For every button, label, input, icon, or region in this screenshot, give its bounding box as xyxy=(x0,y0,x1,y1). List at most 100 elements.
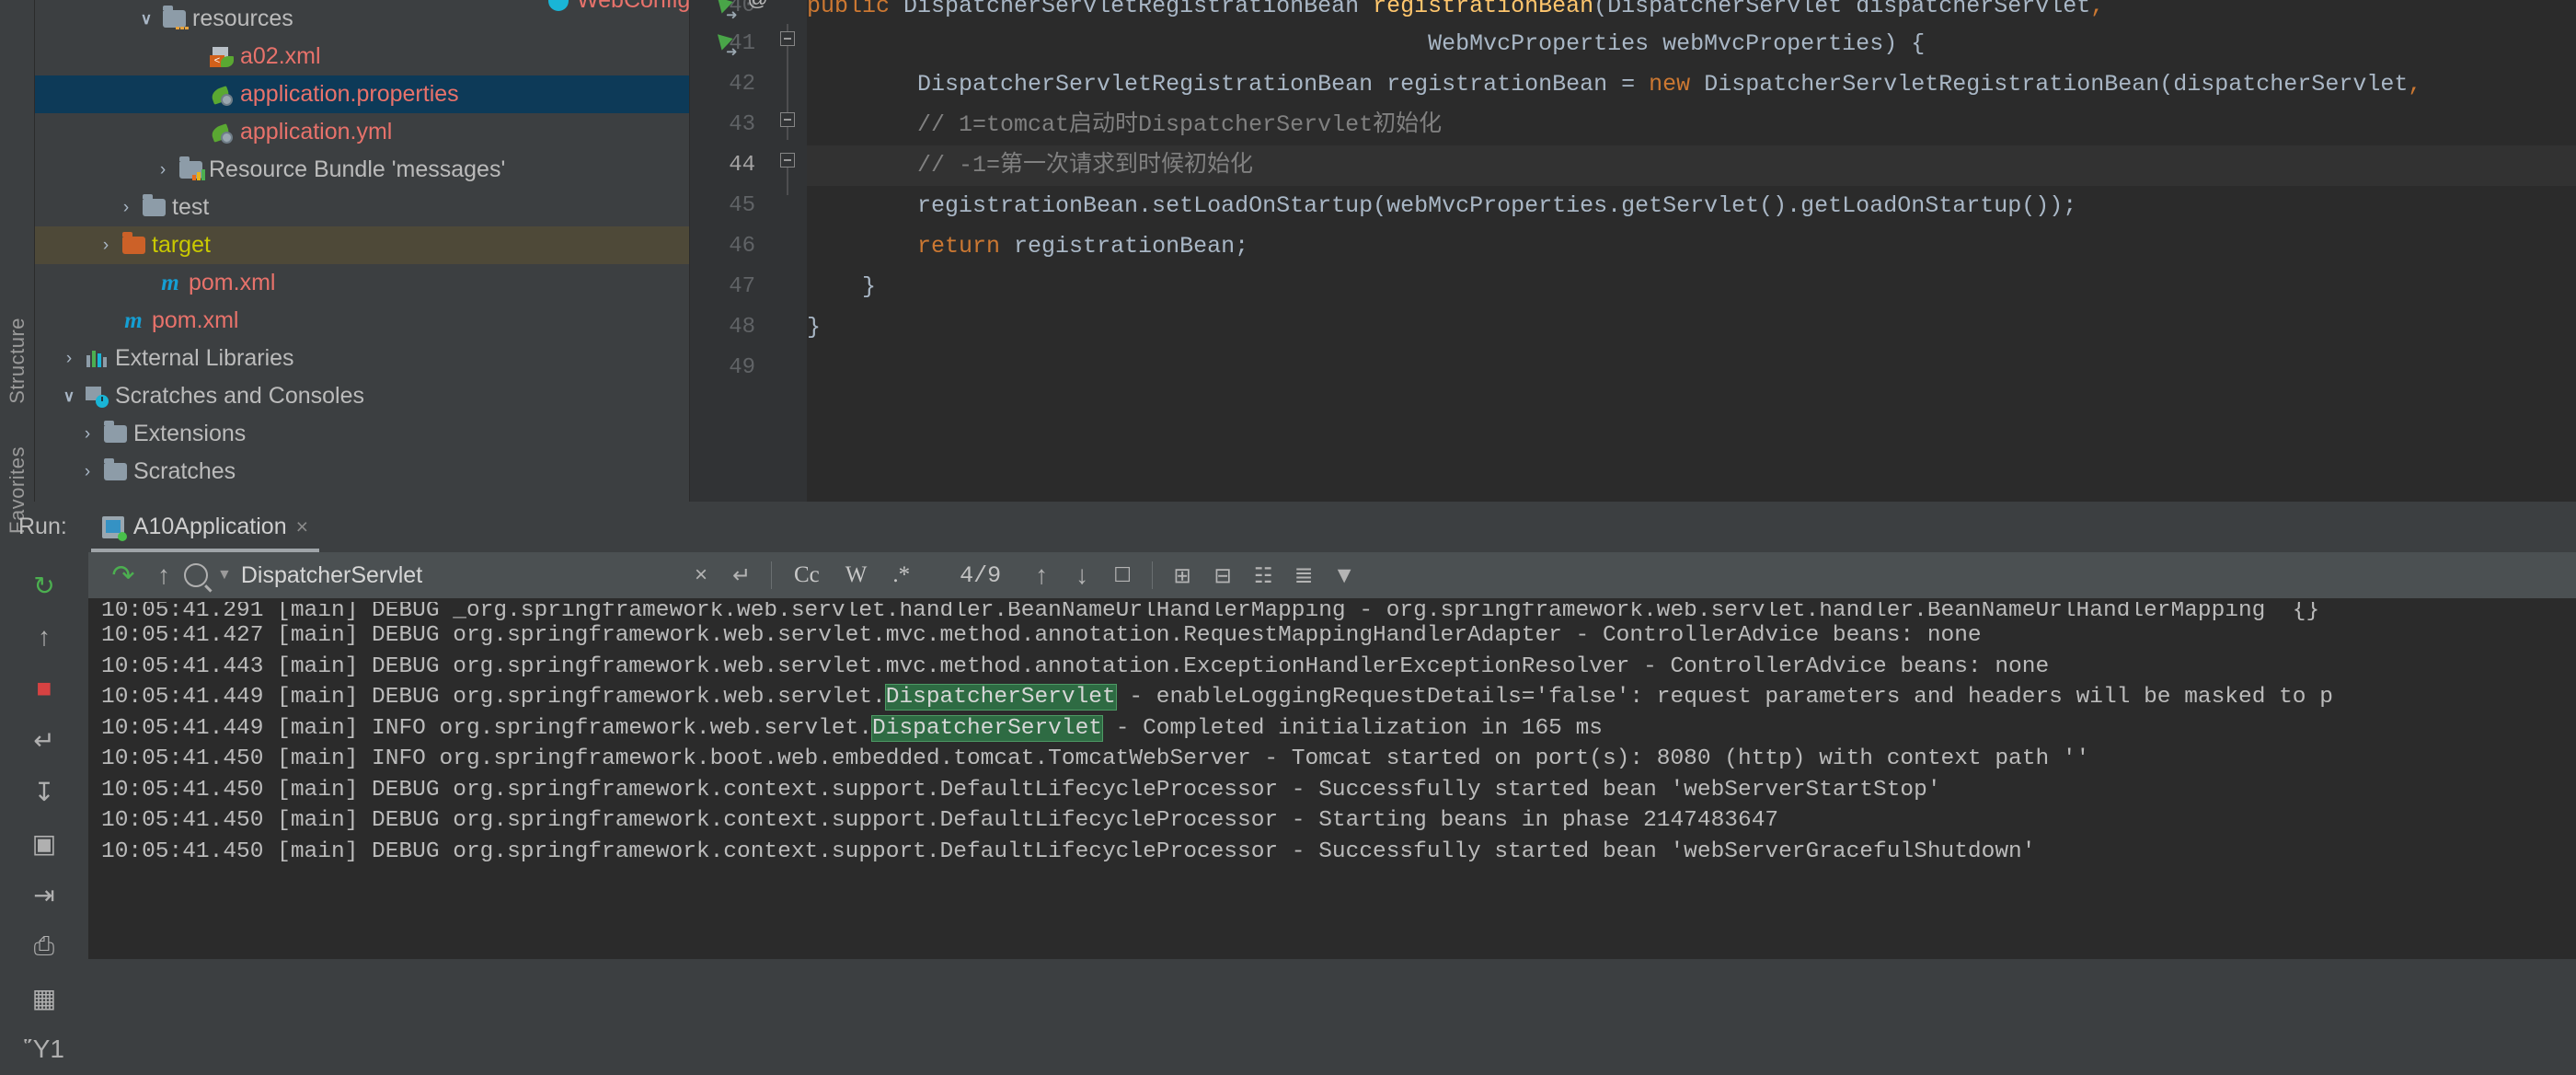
editor-tab-webconfig[interactable]: WebConfig xyxy=(548,0,690,14)
tree-item-label: Scratches and Consoles xyxy=(112,383,364,410)
code-line[interactable]: DispatcherServletRegistrationBean regist… xyxy=(807,64,2576,105)
log-line: 10:05:41.450 [main] INFO org.springframe… xyxy=(101,744,2576,775)
code-line[interactable]: } xyxy=(807,307,2576,348)
soft-wrap-icon[interactable]: ↵ xyxy=(0,714,88,766)
tree-item-application-properties[interactable]: application.properties xyxy=(35,75,689,113)
chevron-right-icon[interactable]: › xyxy=(75,462,99,482)
regex-toggle[interactable]: .* xyxy=(880,562,923,588)
code-line[interactable] xyxy=(807,348,2576,388)
code-lines[interactable]: public DispatcherServletRegistrationBean… xyxy=(807,0,2576,502)
code-line[interactable]: return registrationBean; xyxy=(807,226,2576,267)
tree-item-application-yml[interactable]: application.yml xyxy=(35,113,689,151)
chevron-right-icon[interactable]: › xyxy=(94,236,118,256)
upper-pane: ∨resources<a02.xmlapplication.properties… xyxy=(0,0,2576,502)
tree-item-test[interactable]: ›test xyxy=(35,189,689,226)
editor-tab-label: WebConfig xyxy=(577,0,690,14)
wrap-search-icon[interactable]: ↵ xyxy=(721,562,762,589)
run-tool-window: Structure Favorites Run: A10Application … xyxy=(0,502,2576,959)
tree-item-a02-xml[interactable]: <a02.xml xyxy=(35,38,689,75)
console-panel[interactable]: ↷ ↑ ▼ DispatcherServlet × ↵ Cc W .* 4/9 … xyxy=(88,552,2576,959)
tree-item-target[interactable]: ›target xyxy=(35,226,689,264)
tree-item-icon xyxy=(175,161,206,179)
soft-wrap-icon-glyph: ↵ xyxy=(33,725,54,756)
resource-bundle-icon xyxy=(179,161,202,179)
tree-item-label: External Libraries xyxy=(112,345,294,372)
filter-icon[interactable]: ▼ xyxy=(1324,562,1364,589)
export-icon[interactable]: ⇥ xyxy=(0,869,88,920)
run-tab-a10application[interactable]: A10Application × xyxy=(91,502,319,552)
fold-gutter[interactable] xyxy=(768,0,807,502)
code-line[interactable]: public DispatcherServletRegistrationBean… xyxy=(807,0,2576,24)
tree-item-pom-xml[interactable]: mpom.xml xyxy=(35,264,689,302)
open-in-editor-icon[interactable]: ☐ xyxy=(1102,563,1143,587)
chevron-down-icon[interactable]: ∨ xyxy=(57,387,81,406)
trash-icon-glyph: Ὕ1 xyxy=(24,1035,64,1064)
find-toolbar[interactable]: ↷ ↑ ▼ DispatcherServlet × ↵ Cc W .* 4/9 … xyxy=(88,552,2576,598)
tree-item-icon xyxy=(81,387,112,406)
tree-item-label: pom.xml xyxy=(149,307,238,334)
find-previous-icon[interactable]: ↑ xyxy=(1021,561,1062,590)
whole-words-toggle[interactable]: W xyxy=(833,562,880,588)
spring-properties-icon xyxy=(211,122,233,143)
chevron-right-icon[interactable]: › xyxy=(57,349,81,369)
tree-item-label: application.yml xyxy=(237,119,392,145)
code-editor[interactable]: 40414243444546474849 ➜ @ ➜ public Dispat… xyxy=(690,0,2576,502)
project-tree[interactable]: ∨resources<a02.xmlapplication.properties… xyxy=(35,0,690,502)
up-arrow-icon[interactable]: ↑ xyxy=(0,611,88,663)
find-query-text[interactable]: DispatcherServlet xyxy=(241,562,422,589)
tree-item-scratches[interactable]: ›Scratches xyxy=(35,453,689,491)
chevron-down-icon[interactable]: ▼ xyxy=(217,567,232,584)
grid-icon[interactable]: ▦ xyxy=(0,972,88,1023)
tree-item-extensions[interactable]: ›Extensions xyxy=(35,415,689,453)
console-log-output[interactable]: 10:05:41.291 [main] DEBUG _org.springfra… xyxy=(88,598,2576,959)
code-line[interactable]: registrationBean.setLoadOnStartup(webMvc… xyxy=(807,186,2576,226)
rerun-icon[interactable]: ↷ xyxy=(103,560,144,592)
find-next-icon[interactable]: ↓ xyxy=(1062,561,1102,590)
annotation-at-icon: @ xyxy=(747,0,767,10)
log-line: 10:05:41.443 [main] DEBUG org.springfram… xyxy=(101,652,2576,683)
tree-item-pom-xml[interactable]: mpom.xml xyxy=(35,302,689,340)
code-line[interactable]: // 1=tomcat启动时DispatcherServlet初始化 xyxy=(807,105,2576,145)
find-input[interactable]: ▼ DispatcherServlet xyxy=(184,562,681,589)
grid-icon-glyph: ▦ xyxy=(32,983,56,1013)
trash-icon[interactable]: Ὕ1 xyxy=(0,1023,88,1075)
run-tab-label: A10Application xyxy=(133,514,287,540)
structure-tool-label[interactable]: Structure xyxy=(6,318,29,404)
run-config-icon xyxy=(102,516,124,538)
line-number: 48 xyxy=(690,307,768,348)
code-line[interactable]: WebMvcProperties webMvcProperties) { xyxy=(807,24,2576,64)
print-icon-glyph: ⎙ xyxy=(34,931,54,962)
code-line[interactable]: // -1=第一次请求到时候初始化 xyxy=(807,145,2576,186)
clear-search-icon[interactable]: × xyxy=(681,562,721,588)
run-tab-bar: Run: A10Application × xyxy=(0,502,2576,552)
up-arrow-icon[interactable]: ↑ xyxy=(144,561,184,590)
rerun-icon[interactable]: ↻ xyxy=(0,560,88,611)
code-line[interactable]: } xyxy=(807,267,2576,307)
camera-icon[interactable]: ▣ xyxy=(0,817,88,869)
scroll-end-icon[interactable]: ↧ xyxy=(0,766,88,817)
print-icon[interactable]: ⎙ xyxy=(0,920,88,972)
expand-all-icon[interactable]: ⊞ xyxy=(1162,563,1202,588)
divider xyxy=(771,561,772,589)
stop-icon[interactable]: ■ xyxy=(0,663,88,714)
match-case-toggle[interactable]: Cc xyxy=(781,562,833,588)
chevron-right-icon[interactable]: › xyxy=(75,424,99,445)
close-icon[interactable]: × xyxy=(296,514,308,539)
log-line: 10:05:41.449 [main] DEBUG org.springfram… xyxy=(101,682,2576,713)
collapse-all-icon[interactable]: ⊟ xyxy=(1202,563,1243,588)
editor-gutter[interactable]: 40414243444546474849 xyxy=(690,0,768,502)
tree-item-external-libraries[interactable]: › External Libraries xyxy=(35,340,689,377)
tree-item-resource-bundle-messages[interactable]: ›Resource Bundle 'messages' xyxy=(35,151,689,189)
settings-icon[interactable]: ☷ xyxy=(1243,563,1283,588)
sort-icon[interactable]: ≣ xyxy=(1283,561,1324,589)
chevron-down-icon[interactable]: ∨ xyxy=(134,10,158,29)
run-arrow-icon[interactable]: ➜ xyxy=(718,0,743,20)
line-number: 44 xyxy=(690,145,768,186)
search-match-highlight: DispatcherServlet xyxy=(886,685,1116,710)
run-side-toolbar[interactable]: ↻↑■↵↧▣⇥⎙▦Ὕ1 xyxy=(0,552,88,959)
chevron-right-icon[interactable]: › xyxy=(151,160,175,180)
run-arrow-icon[interactable]: ➜ xyxy=(718,31,743,57)
scratches-icon xyxy=(86,387,108,406)
chevron-right-icon[interactable]: › xyxy=(114,198,138,218)
tree-item-scratches-and-consoles[interactable]: ∨ Scratches and Consoles xyxy=(35,377,689,415)
